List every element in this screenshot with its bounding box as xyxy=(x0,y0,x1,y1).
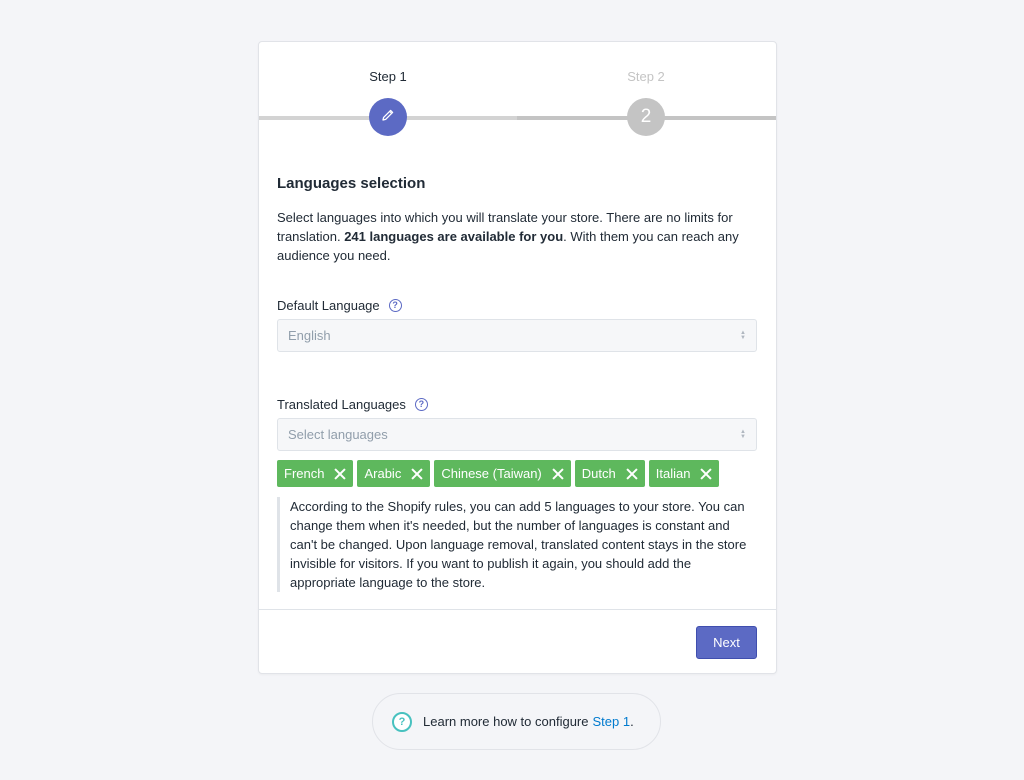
translated-languages-placeholder: Select languages xyxy=(288,427,388,442)
default-language-label: Default Language ? xyxy=(277,296,759,314)
translated-languages-label-text: Translated Languages xyxy=(277,396,406,412)
translated-languages-label: Translated Languages ? xyxy=(277,395,759,413)
language-tag: Dutch xyxy=(574,460,645,487)
language-tag-label: French xyxy=(284,466,325,481)
language-tag: Italian xyxy=(648,460,720,487)
default-language-field: Default Language ? English ▲ ▼ xyxy=(277,296,759,352)
translated-languages-select[interactable]: Select languages ▲ ▼ xyxy=(277,418,757,451)
form-content: Languages selection Select languages int… xyxy=(277,172,759,592)
step-2-label: Step 2 xyxy=(627,69,665,84)
default-language-value: English xyxy=(288,328,331,343)
next-button[interactable]: Next xyxy=(696,626,757,659)
shopify-rules-note: According to the Shopify rules, you can … xyxy=(277,497,759,592)
step-2[interactable]: Step 2 2 xyxy=(586,68,706,136)
question-circle-icon[interactable]: ? xyxy=(414,397,428,411)
intro-text: Select languages into which you will tra… xyxy=(277,208,759,265)
close-icon[interactable] xyxy=(410,467,424,481)
language-tag-label: Italian xyxy=(655,466,691,481)
step-1-circle[interactable] xyxy=(369,98,407,136)
step-1-help-link[interactable]: Step 1 xyxy=(592,714,630,729)
language-tag: Arabic xyxy=(357,460,431,487)
step-2-number: 2 xyxy=(640,106,652,127)
wizard-card: Step 1 Step 2 2 Languages selection Sele… xyxy=(258,41,777,674)
language-tag: Chinese (Taiwan) xyxy=(434,460,571,487)
question-circle-icon[interactable]: ? xyxy=(388,298,402,312)
language-tag-label: Chinese (Taiwan) xyxy=(441,466,542,481)
select-arrows-icon: ▲ ▼ xyxy=(740,428,746,440)
step-2-circle[interactable]: 2 xyxy=(627,98,665,136)
language-tag-label: Dutch xyxy=(581,466,616,481)
selected-languages-tags: French Arabic Chinese (Taiwan) Dutch Ita… xyxy=(277,460,759,487)
help-text: Learn more how to configure xyxy=(423,714,589,729)
default-language-label-text: Default Language xyxy=(277,297,380,313)
card-footer: Next xyxy=(259,609,776,675)
close-icon[interactable] xyxy=(551,467,565,481)
help-banner: ? Learn more how to configure Step 1. xyxy=(372,693,661,750)
section-title: Languages selection xyxy=(277,175,426,192)
question-circle-icon: ? xyxy=(392,711,412,732)
close-icon[interactable] xyxy=(625,467,639,481)
language-tag: French xyxy=(277,460,354,487)
pencil-icon xyxy=(381,108,395,127)
help-suffix: . xyxy=(630,714,634,729)
step-1-label: Step 1 xyxy=(369,69,407,84)
close-icon[interactable] xyxy=(699,467,713,481)
intro-text-bold: 241 languages are available for you xyxy=(344,229,564,244)
close-icon[interactable] xyxy=(333,467,347,481)
stepper: Step 1 Step 2 2 xyxy=(259,42,776,152)
translated-languages-field: Translated Languages ? Select languages … xyxy=(277,395,759,487)
step-1[interactable]: Step 1 xyxy=(328,68,448,136)
select-arrows-icon: ▲ ▼ xyxy=(740,329,746,341)
default-language-select[interactable]: English ▲ ▼ xyxy=(277,319,757,352)
language-tag-label: Arabic xyxy=(364,466,402,481)
